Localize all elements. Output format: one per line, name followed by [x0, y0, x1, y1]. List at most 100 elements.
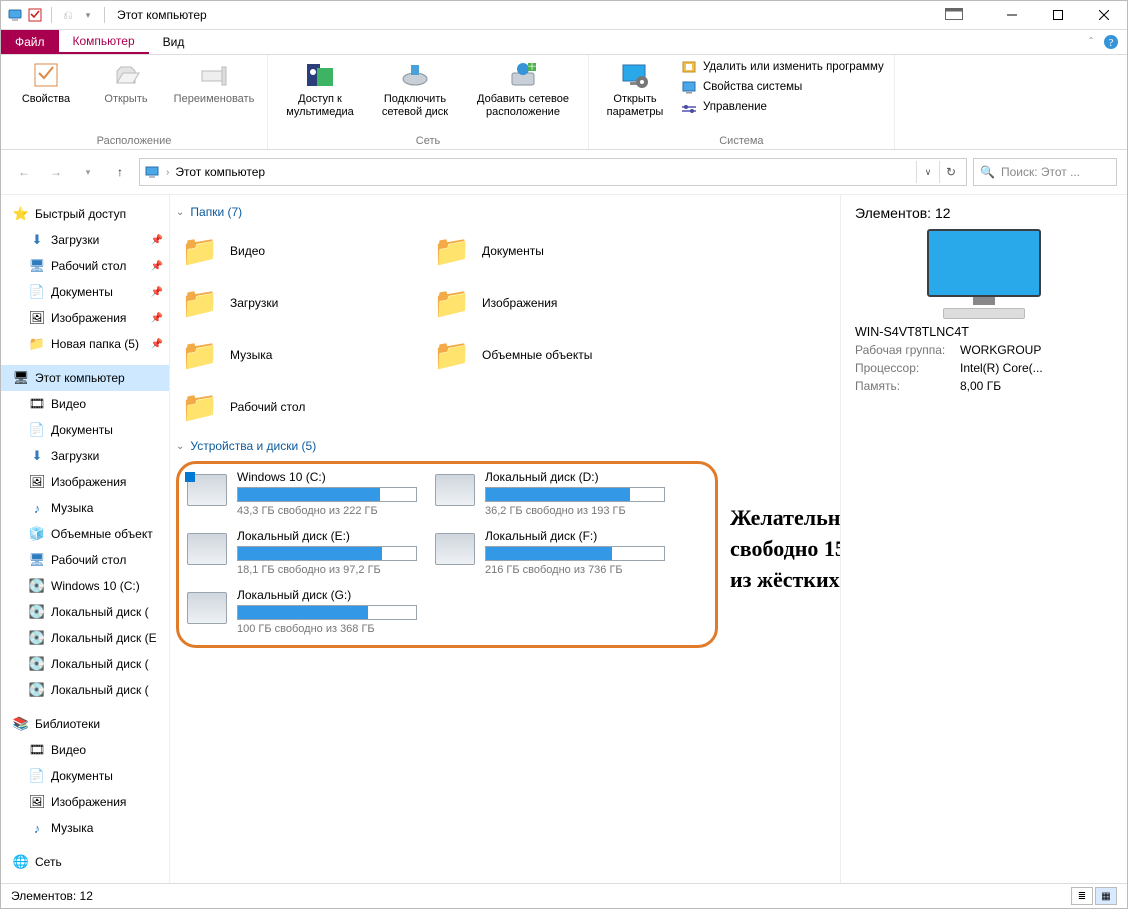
label: Переименовать: [174, 93, 255, 106]
label: Удалить или изменить программу: [703, 61, 884, 73]
documents-icon: 📄: [29, 768, 45, 784]
nav-up-button[interactable]: ↑: [107, 159, 133, 185]
drive-icon: [435, 533, 475, 565]
folder-pictures[interactable]: 📁Изображения: [432, 277, 684, 329]
search-input[interactable]: 🔍 Поиск: Этот ...: [973, 158, 1117, 186]
explorer-window: ⎌ ▾ Этот компьютер Файл Компьютер Вид ˆ …: [0, 0, 1128, 909]
label: Открыть параметры: [607, 93, 664, 118]
drive-name: Локальный диск (G:): [237, 588, 417, 602]
nav-desktop[interactable]: 🖥Рабочий стол📌: [1, 253, 169, 279]
label: Управление: [703, 101, 767, 113]
tab-file[interactable]: Файл: [1, 30, 59, 54]
folder-downloads[interactable]: 📁Загрузки: [180, 277, 432, 329]
rename-button[interactable]: Переименовать: [171, 59, 257, 106]
folder-documents[interactable]: 📁Документы: [432, 225, 684, 277]
nav-cdrive[interactable]: 💽Windows 10 (C:): [1, 573, 169, 599]
nav-lib-videos[interactable]: 🎞Видео: [1, 737, 169, 763]
system-props-icon: [681, 79, 697, 95]
section-drives[interactable]: ⌄ Устройства и диски (5): [170, 433, 832, 459]
pc-icon: [144, 164, 160, 180]
drive-item[interactable]: Локальный диск (E:)18,1 ГБ свободно из 9…: [187, 529, 417, 576]
nav-libraries[interactable]: 📚Библиотеки: [1, 711, 169, 737]
tab-view[interactable]: Вид: [149, 30, 199, 54]
folder-desktop[interactable]: 📁Рабочий стол: [180, 381, 432, 433]
nav-forward-button[interactable]: →: [43, 159, 69, 185]
qat-dropdown-icon[interactable]: ▾: [80, 7, 96, 23]
drive-item[interactable]: Локальный диск (D:)36,2 ГБ свободно из 1…: [435, 470, 665, 517]
nav-pictures[interactable]: 🖼Изображения📌: [1, 305, 169, 331]
view-tiles-button[interactable]: ▦: [1095, 887, 1117, 905]
open-button[interactable]: Открыть: [91, 59, 161, 106]
properties-icon[interactable]: [27, 7, 43, 23]
properties-button[interactable]: Свойства: [11, 59, 81, 106]
nav-documents2[interactable]: 📄Документы: [1, 417, 169, 443]
drive-item[interactable]: Локальный диск (G:)100 ГБ свободно из 36…: [187, 588, 417, 635]
media-access-button[interactable]: Доступ к мультимедиа: [278, 59, 362, 118]
nav-edrive[interactable]: 💽Локальный диск (E: [1, 625, 169, 651]
nav-quick-access[interactable]: ⭐Быстрый доступ: [1, 201, 169, 227]
nav-pane[interactable]: ⭐Быстрый доступ ⬇Загрузки📌 🖥Рабочий стол…: [1, 195, 170, 883]
minimize-button[interactable]: [989, 1, 1035, 29]
nav-downloads2[interactable]: ⬇Загрузки: [1, 443, 169, 469]
collapse-ribbon-icon[interactable]: ˆ: [1089, 35, 1093, 49]
uninstall-item[interactable]: Удалить или изменить программу: [681, 59, 884, 75]
system-props-item[interactable]: Свойства системы: [681, 79, 884, 95]
drive-icon: 💽: [29, 578, 45, 594]
ribbon-display-icon[interactable]: [939, 1, 969, 29]
nav-documents[interactable]: 📄Документы📌: [1, 279, 169, 305]
tab-computer[interactable]: Компьютер: [59, 30, 149, 54]
folder-music[interactable]: 📁Музыка: [180, 329, 432, 381]
view-details-button[interactable]: ≣: [1071, 887, 1093, 905]
nav-newfolder[interactable]: 📁Новая папка (5)📌: [1, 331, 169, 357]
open-settings-button[interactable]: Открыть параметры: [599, 59, 671, 118]
checklist-icon: [30, 59, 62, 91]
nav-pictures2[interactable]: 🖼Изображения: [1, 469, 169, 495]
documents-icon: 📄: [29, 422, 45, 438]
refresh-button[interactable]: ↻: [939, 161, 962, 183]
folder-videos[interactable]: 📁Видео: [180, 225, 432, 277]
cpu-label: Процессор:: [855, 361, 960, 375]
nav-gdrive[interactable]: 💽Локальный диск (: [1, 677, 169, 703]
highlight-annotation: Windows 10 (C:)43,3 ГБ свободно из 222 Г…: [176, 461, 718, 648]
drive-usage-bar: [485, 487, 665, 502]
section-folders[interactable]: ⌄ Папки (7): [170, 199, 832, 225]
nav-3dobjects[interactable]: 🧊Объемные объект: [1, 521, 169, 547]
nav-this-pc[interactable]: 🖥Этот компьютер: [1, 365, 169, 391]
pictures-icon: 📁: [432, 283, 472, 323]
drive-item[interactable]: Windows 10 (C:)43,3 ГБ свободно из 222 Г…: [187, 470, 417, 517]
nav-back-button[interactable]: ←: [11, 159, 37, 185]
address-bar-row: ← → ▾ ↑ › Этот компьютер ∨ ↻ 🔍 Поиск: Эт…: [1, 150, 1127, 195]
nav-lib-pics[interactable]: 🖼Изображения: [1, 789, 169, 815]
undo-icon[interactable]: ⎌: [60, 7, 76, 23]
documents-icon: 📁: [432, 231, 472, 271]
drive-item[interactable]: Локальный диск (F:)216 ГБ свободно из 73…: [435, 529, 665, 576]
nav-lib-music[interactable]: ♪Музыка: [1, 815, 169, 841]
main-pane[interactable]: ⌄ Папки (7) 📁Видео 📁Документы 📁Загрузки …: [170, 195, 840, 883]
nav-ddrive[interactable]: 💽Локальный диск (: [1, 599, 169, 625]
network-icon: 🌐: [13, 854, 29, 870]
breadcrumb-segment[interactable]: Этот компьютер: [175, 165, 265, 179]
map-drive-button[interactable]: Подключить сетевой диск: [372, 59, 458, 118]
close-button[interactable]: [1081, 1, 1127, 29]
help-icon[interactable]: ?: [1103, 34, 1119, 50]
nav-lib-docs[interactable]: 📄Документы: [1, 763, 169, 789]
folder-3dobjects[interactable]: 📁Объемные объекты: [432, 329, 684, 381]
add-netloc-button[interactable]: ＋ Добавить сетевое расположение: [468, 59, 578, 118]
nav-music[interactable]: ♪Музыка: [1, 495, 169, 521]
ribbon-tabs: Файл Компьютер Вид ˆ ?: [1, 30, 1127, 55]
nav-desktop2[interactable]: 🖥Рабочий стол: [1, 547, 169, 573]
nav-network[interactable]: 🌐Сеть: [1, 849, 169, 875]
pin-icon: 📌: [151, 339, 163, 350]
address-dropdown-button[interactable]: ∨: [916, 161, 939, 183]
drive-icon: [187, 533, 227, 565]
pictures-icon: 🖼: [29, 310, 45, 326]
maximize-button[interactable]: [1035, 1, 1081, 29]
manage-item[interactable]: Управление: [681, 99, 884, 115]
nav-fdrive[interactable]: 💽Локальный диск (: [1, 651, 169, 677]
nav-recent-button[interactable]: ▾: [75, 159, 101, 185]
nav-downloads[interactable]: ⬇Загрузки📌: [1, 227, 169, 253]
drive-name: Windows 10 (C:): [237, 470, 417, 484]
nav-videos[interactable]: 🎞Видео: [1, 391, 169, 417]
address-bar[interactable]: › Этот компьютер ∨ ↻: [139, 158, 967, 186]
chevron-right-icon[interactable]: ›: [166, 167, 169, 178]
